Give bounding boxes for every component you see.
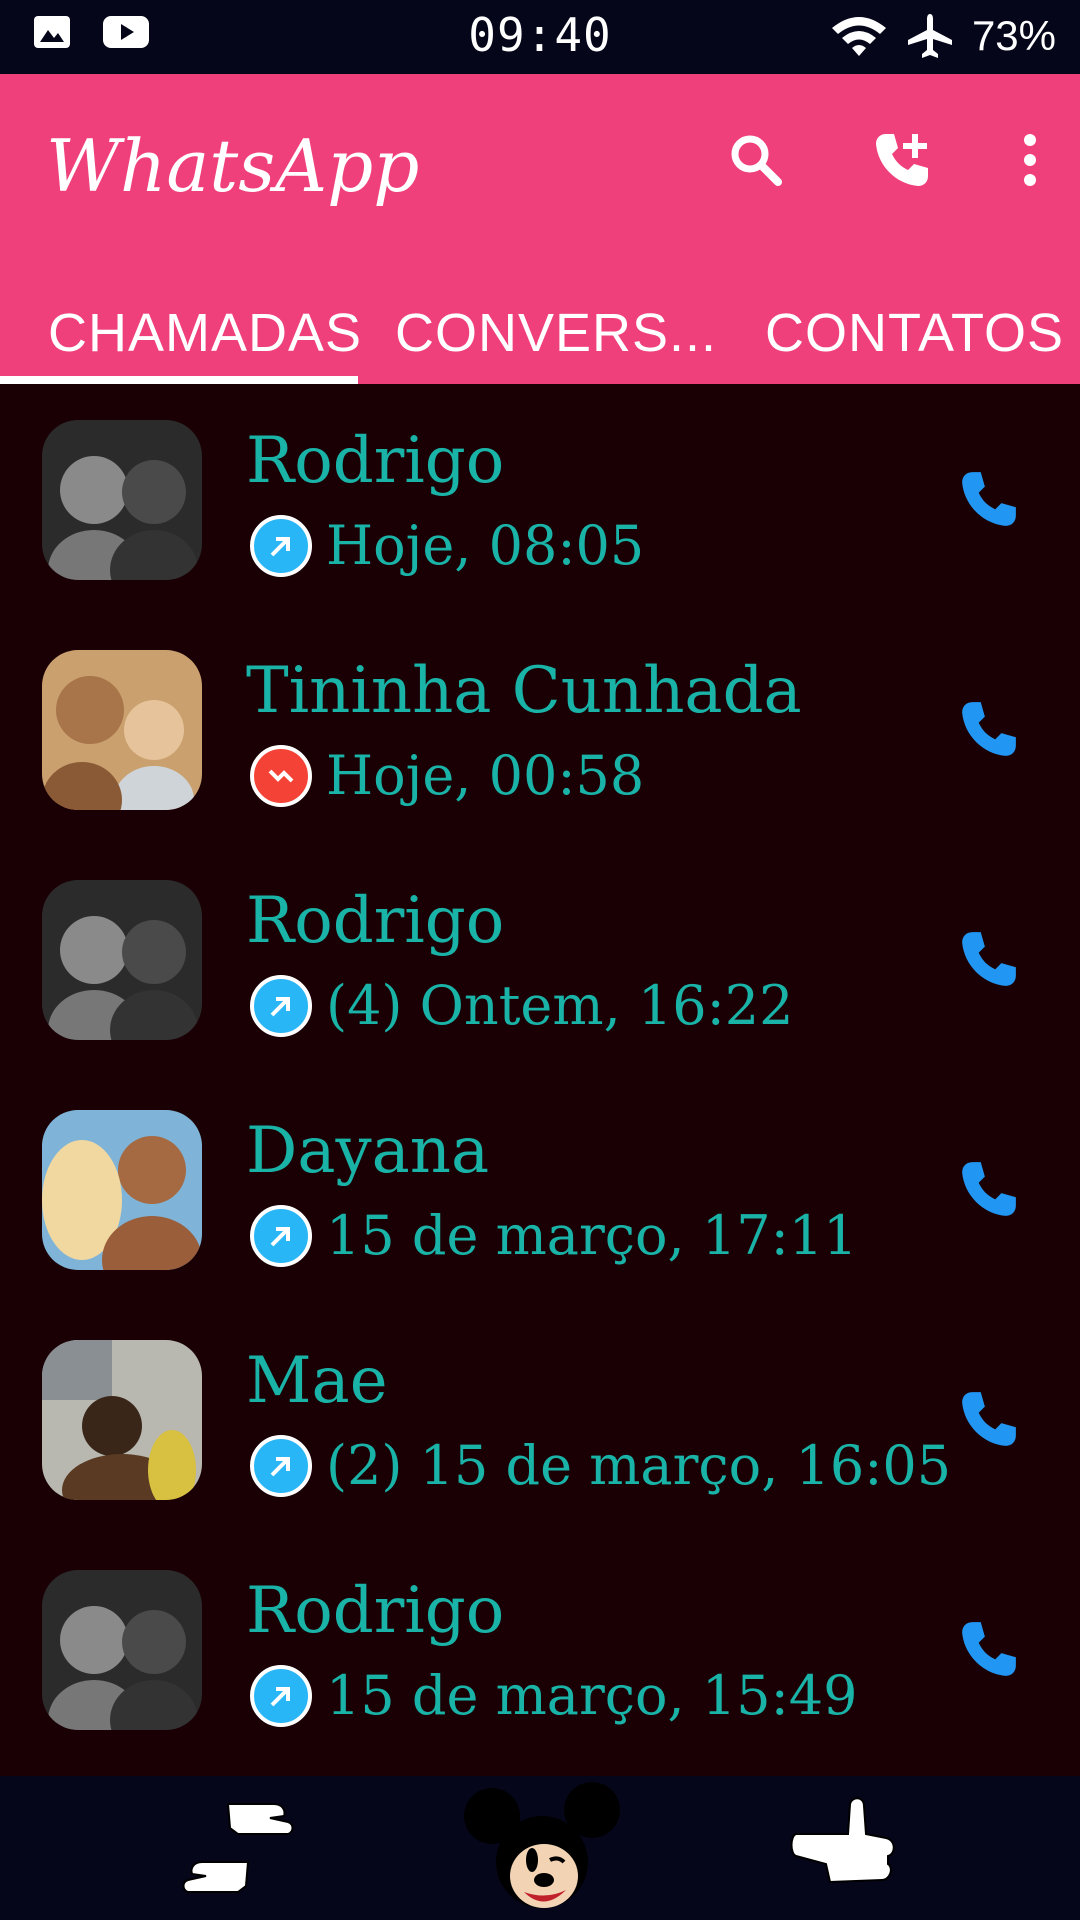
phone-icon[interactable] [958, 1618, 1020, 1680]
outgoing-call-icon [250, 974, 312, 1037]
phone-icon[interactable] [958, 928, 1020, 990]
avatar[interactable] [42, 650, 202, 810]
outgoing-call-icon [250, 1664, 312, 1727]
call-time: Hoje, 00:58 [326, 744, 645, 807]
call-info: (2) 15 de março, 16:05 [250, 1434, 951, 1497]
contact-name: Rodrigo [246, 1574, 505, 1648]
active-tab-indicator [0, 376, 358, 384]
navigation-bar [0, 1776, 1080, 1920]
call-info: Hoje, 08:05 [250, 514, 644, 577]
recent-gesture-icon[interactable] [790, 1794, 900, 1894]
avatar[interactable] [42, 1340, 202, 1500]
call-list: Rodrigo Hoje, 08:05 Tininha Cunhada Hoje… [0, 384, 1080, 1764]
tab-conversas[interactable]: CONVERS... [395, 302, 717, 364]
contact-name: Rodrigo [246, 424, 505, 498]
avatar[interactable] [42, 1110, 202, 1270]
avatar[interactable] [42, 420, 202, 580]
mickey-home-icon[interactable] [462, 1776, 622, 1920]
screen: 09:40 73% WhatsApp CHAMADAS CONVERS... C… [0, 0, 1080, 1920]
app-title: WhatsApp [46, 124, 420, 208]
tab-contatos[interactable]: CONTATOS [765, 302, 1064, 364]
outgoing-call-icon [250, 1434, 312, 1497]
avatar[interactable] [42, 880, 202, 1040]
call-row[interactable]: Tininha Cunhada Hoje, 00:58 [0, 614, 1080, 844]
add-call-icon[interactable] [872, 130, 932, 190]
contact-name: Mae [246, 1344, 388, 1418]
search-icon[interactable] [728, 132, 784, 188]
call-time: (4) Ontem, 16:22 [326, 974, 794, 1037]
call-row[interactable]: Rodrigo Hoje, 08:05 [0, 384, 1080, 614]
toolbar [728, 130, 1040, 190]
avatar[interactable] [42, 1570, 202, 1730]
battery-percentage: 73% [971, 12, 1056, 59]
call-info: Hoje, 00:58 [250, 744, 644, 807]
contact-name: Rodrigo [246, 884, 505, 958]
call-info: (4) Ontem, 16:22 [250, 974, 794, 1037]
call-info: 15 de março, 15:49 [250, 1664, 857, 1727]
call-time: (2) 15 de março, 16:05 [326, 1434, 952, 1497]
back-gesture-icon[interactable] [178, 1798, 298, 1898]
phone-icon[interactable] [958, 468, 1020, 530]
tab-bar: CHAMADAS CONVERS... CONTATOS [0, 274, 1080, 384]
call-time: 15 de março, 15:49 [326, 1664, 858, 1727]
tab-chamadas[interactable]: CHAMADAS [48, 302, 362, 364]
call-row[interactable]: Mae (2) 15 de março, 16:05 [0, 1304, 1080, 1534]
contact-name: Tininha Cunhada [246, 654, 802, 728]
phone-icon[interactable] [958, 1388, 1020, 1450]
status-system: 73% [830, 12, 1056, 60]
call-time: Hoje, 08:05 [326, 514, 645, 577]
phone-icon[interactable] [958, 1158, 1020, 1220]
wifi-icon [831, 17, 886, 56]
contact-name: Dayana [246, 1114, 490, 1188]
more-options-icon[interactable] [1020, 132, 1040, 188]
airplane-icon [907, 14, 952, 58]
status-bar: 09:40 73% [0, 0, 1080, 74]
phone-icon[interactable] [958, 698, 1020, 760]
missed-call-icon [250, 744, 312, 807]
outgoing-call-icon [250, 514, 312, 577]
app-bar: WhatsApp CHAMADAS CONVERS... CONTATOS [0, 74, 1080, 384]
call-row[interactable]: Rodrigo 15 de março, 15:49 [0, 1534, 1080, 1764]
call-info: 15 de março, 17:11 [250, 1204, 857, 1267]
call-row[interactable]: Rodrigo (4) Ontem, 16:22 [0, 844, 1080, 1074]
call-time: 15 de março, 17:11 [326, 1204, 858, 1267]
outgoing-call-icon [250, 1204, 312, 1267]
call-row[interactable]: Dayana 15 de março, 17:11 [0, 1074, 1080, 1304]
